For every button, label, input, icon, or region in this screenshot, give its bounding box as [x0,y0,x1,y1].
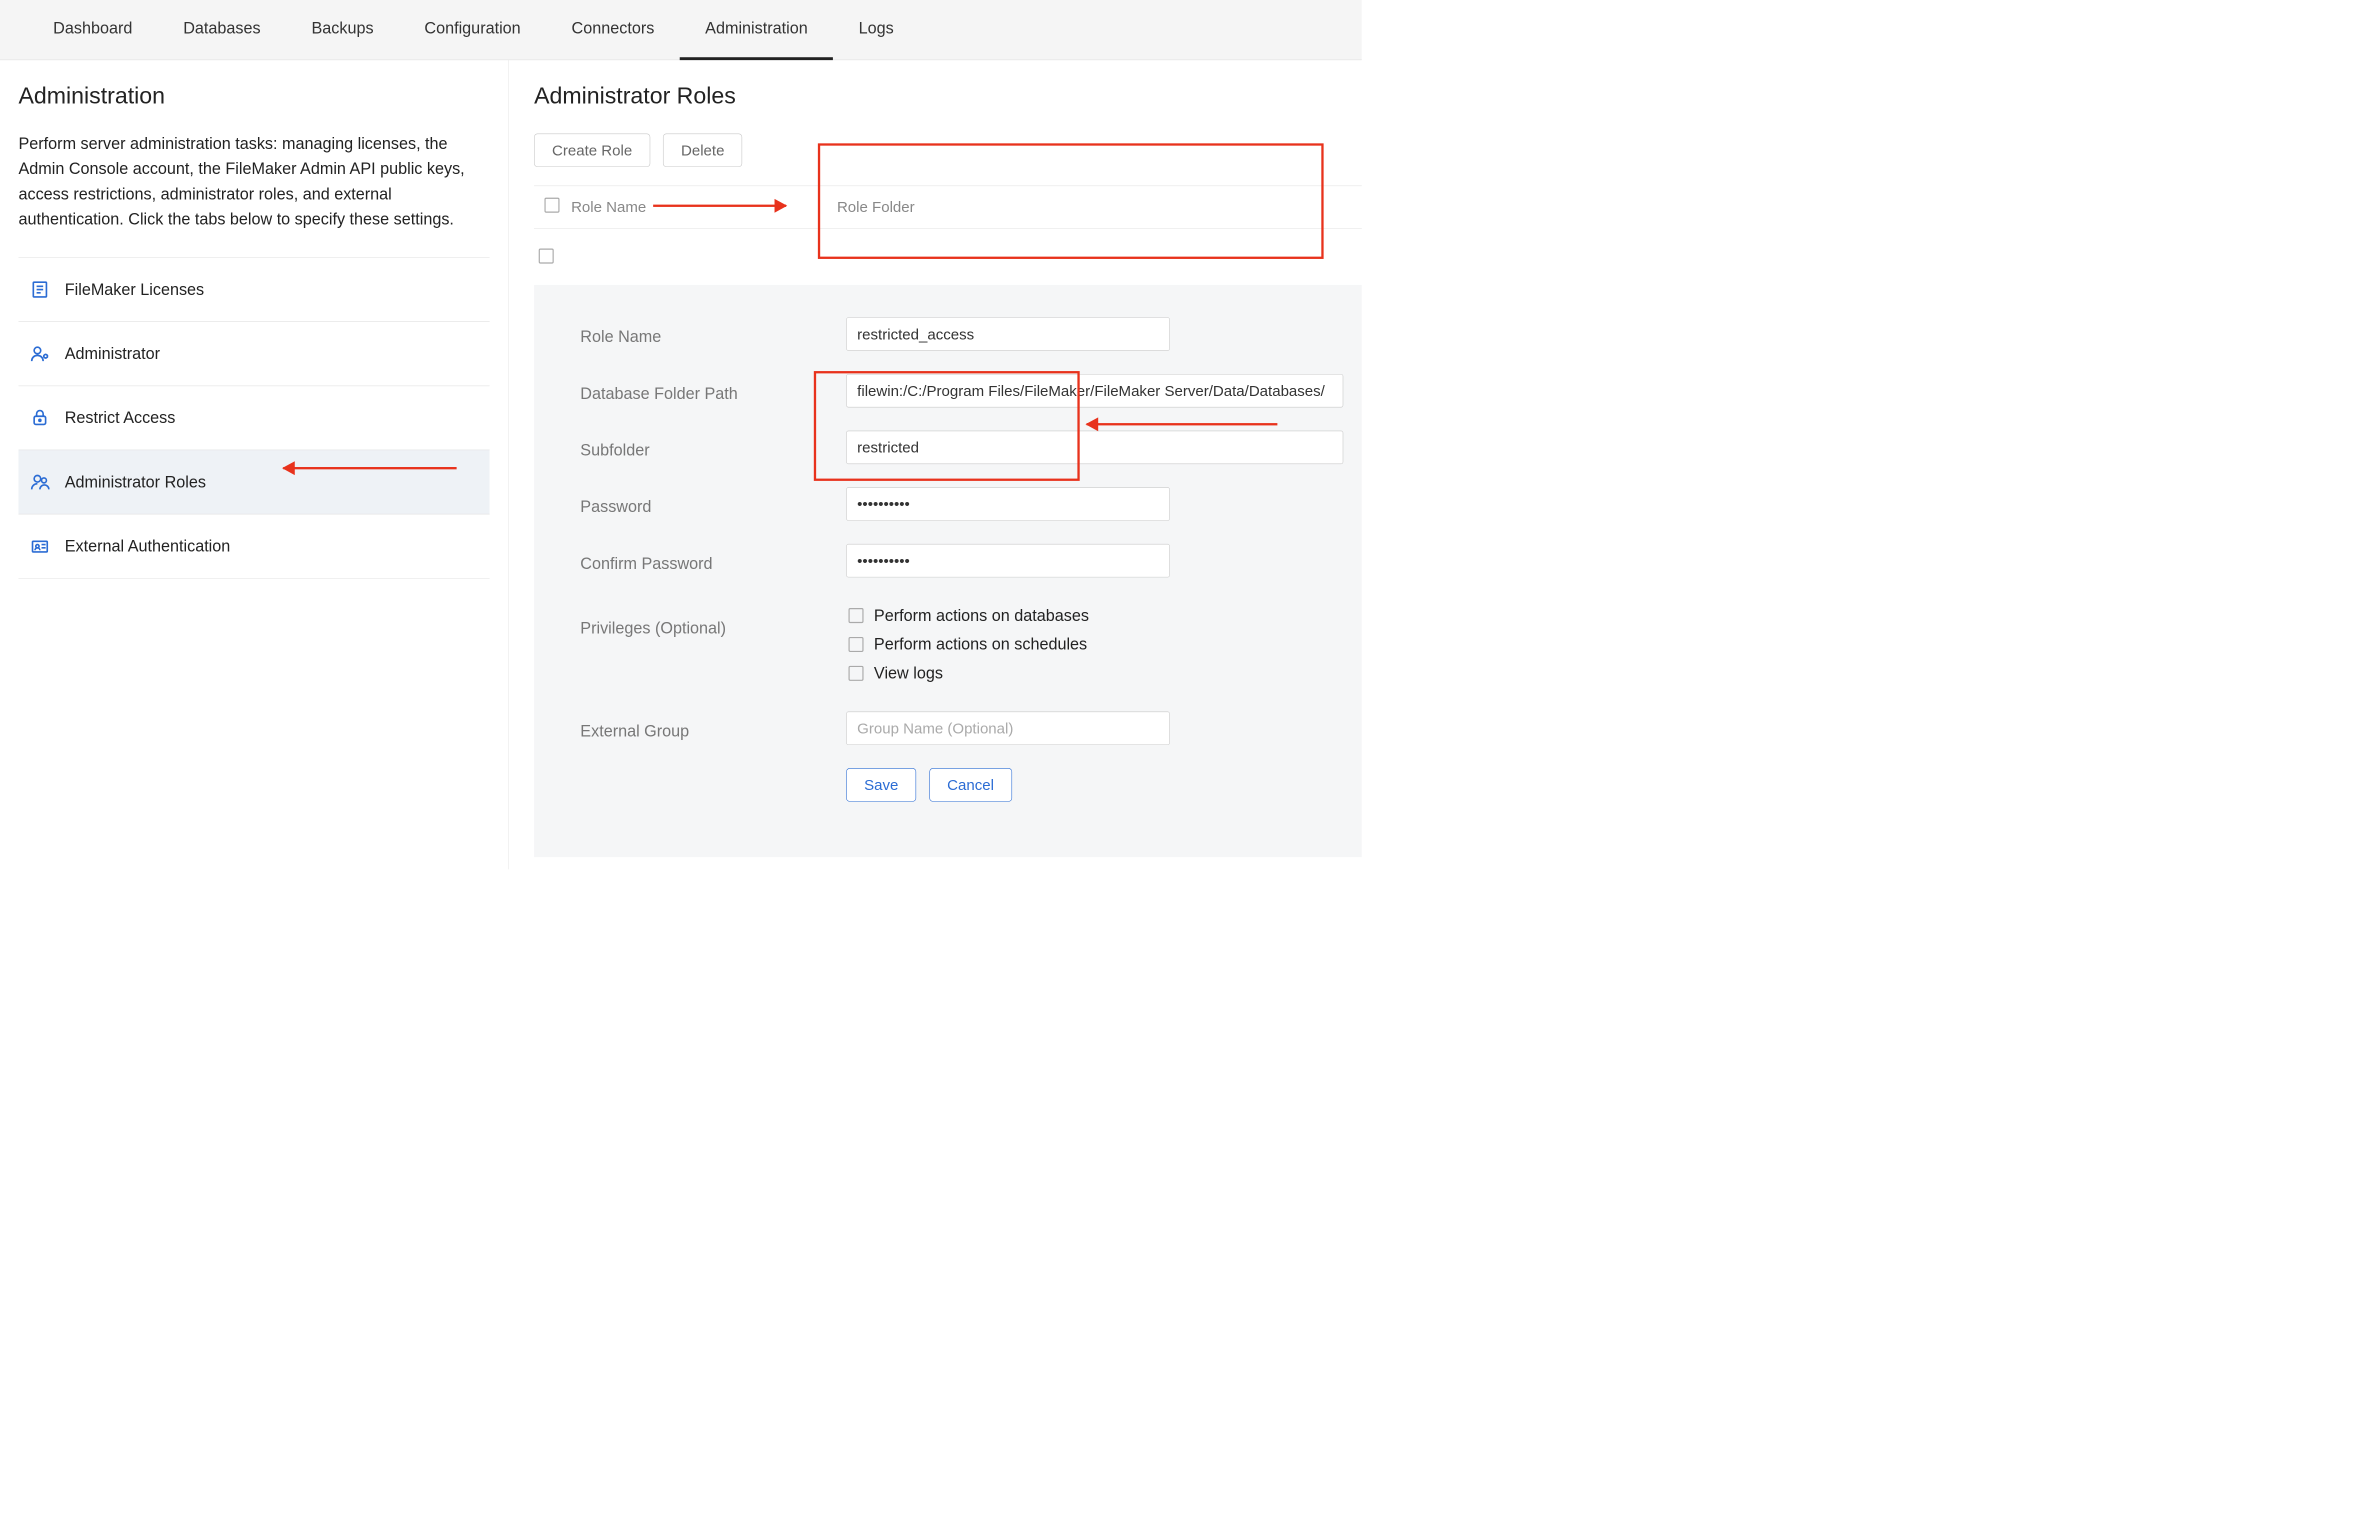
nav-connectors[interactable]: Connectors [546,0,680,60]
sidebar-tab-label: Restrict Access [65,408,176,426]
license-icon [30,279,50,299]
cancel-button[interactable]: Cancel [929,768,1012,802]
admin-sidebar: Administration Perform server administra… [0,60,509,869]
form-row-dbpath: Database Folder Path [580,374,1344,408]
role-toolbar: Create Role Delete [534,134,1362,168]
annotation-arrow-privileges [1087,423,1278,425]
privilege-label: View logs [874,664,943,682]
label-role-name: Role Name [580,322,846,346]
nav-databases[interactable]: Databases [158,0,286,60]
nav-logs[interactable]: Logs [833,0,919,60]
label-subfolder: Subfolder [580,435,846,459]
form-row-rolename: Role Name [580,317,1344,351]
nav-administration[interactable]: Administration [680,0,833,60]
select-all-checkbox[interactable] [544,198,559,213]
sidebar-description: Perform server administration tasks: man… [18,131,489,231]
admin-icon [30,344,50,364]
lock-icon [30,408,50,428]
nav-backups[interactable]: Backups [286,0,399,60]
roles-icon [30,472,50,492]
nav-dashboard[interactable]: Dashboard [28,0,158,60]
sidebar-tab-label: Administrator Roles [65,473,206,491]
form-row-actions: Save Cancel [580,768,1344,802]
privilege-option-databases[interactable]: Perform actions on databases [849,606,1343,624]
top-nav: Dashboard Databases Backups Configuratio… [0,0,1362,60]
form-row-confirm-password: Confirm Password [580,544,1344,578]
confirm-password-input[interactable] [846,544,1170,578]
label-db-path: Database Folder Path [580,379,846,403]
sidebar-tab-administrator[interactable]: Administrator [18,321,489,386]
create-role-button[interactable]: Create Role [534,134,650,168]
role-name-input[interactable] [846,317,1170,351]
label-password: Password [580,492,846,516]
checkbox-priv-schedules[interactable] [849,637,864,652]
privilege-label: Perform actions on schedules [874,635,1087,653]
external-group-input[interactable] [846,712,1170,746]
sidebar-title: Administration [18,83,489,109]
row-checkbox[interactable] [539,249,554,264]
roles-table-header: Role Name Role Folder [534,186,1362,229]
db-folder-path-input[interactable] [846,374,1343,408]
password-input[interactable] [846,487,1170,521]
checkbox-priv-databases[interactable] [849,608,864,623]
sidebar-tab-restrict[interactable]: Restrict Access [18,385,489,450]
label-confirm-password: Confirm Password [580,549,846,573]
sidebar-tab-label: Administrator [65,344,160,362]
save-button[interactable]: Save [846,768,916,802]
roles-table-row [534,229,1362,283]
privilege-option-viewlogs[interactable]: View logs [849,664,1343,682]
privilege-options: Perform actions on databases Perform act… [846,601,1344,689]
privilege-option-schedules[interactable]: Perform actions on schedules [849,635,1343,653]
sidebar-tab-external-auth[interactable]: External Authentication [18,514,489,579]
sidebar-tab-roles[interactable]: Administrator Roles [18,449,489,514]
sidebar-tab-label: FileMaker Licenses [65,280,204,298]
main-title: Administrator Roles [534,83,1362,109]
label-privileges: Privileges (Optional) [580,601,846,638]
col-role-folder: Role Folder [837,198,1351,216]
idcard-icon [30,536,50,556]
role-form-panel: Role Name Database Folder Path Subfolder… [534,285,1362,857]
form-row-subfolder: Subfolder [580,431,1344,465]
subfolder-input[interactable] [846,431,1343,465]
label-external-group: External Group [580,716,846,740]
form-row-privileges: Privileges (Optional) Perform actions on… [580,601,1344,689]
checkbox-priv-viewlogs[interactable] [849,666,864,681]
delete-role-button[interactable]: Delete [663,134,742,168]
col-role-name: Role Name [571,198,837,216]
main-panel: Administrator Roles Create Role Delete R… [509,60,1362,869]
sidebar-tab-licenses[interactable]: FileMaker Licenses [18,257,489,322]
nav-configuration[interactable]: Configuration [399,0,546,60]
privilege-label: Perform actions on databases [874,606,1089,624]
form-row-password: Password [580,487,1344,521]
form-row-external-group: External Group [580,712,1344,746]
sidebar-tab-label: External Authentication [65,537,231,555]
